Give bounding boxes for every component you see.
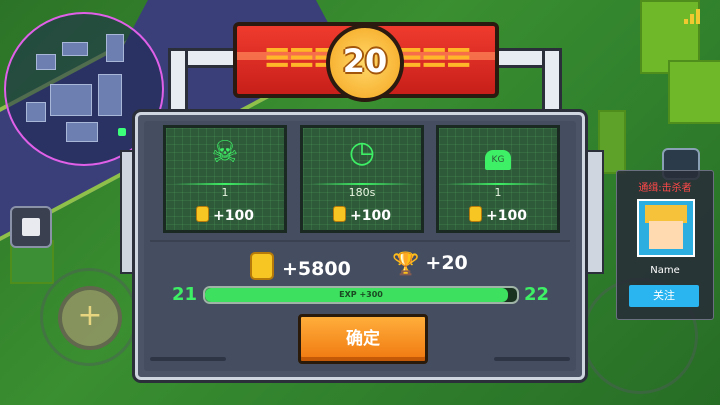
player-name: Name [650,265,680,276]
stopwatch-icon: ◷ [348,135,376,170]
weight-value: 1 [494,186,502,199]
minimap-building [106,34,124,62]
frame-pillar [586,150,604,274]
current-level: 21 [172,284,198,305]
exp-progress-bar: EXP +300 [203,286,519,304]
minimap-building [36,54,56,70]
total-coins: +5800 [250,252,351,280]
confirm-button[interactable]: 确定 [298,314,428,364]
minimap-building [26,102,46,122]
coin-icon [333,206,347,222]
weight-stat-card: KG 1 +100 [436,125,560,233]
coin-icon [196,206,210,222]
follow-button[interactable]: 关注 [629,285,699,307]
movement-joystick[interactable]: + [58,286,122,350]
skull-crossbones-icon: ☠ [211,135,239,170]
time-stat-card: ◷ 180s +100 [300,125,424,233]
kills-coin-reward: +100 [166,206,284,224]
inventory-button[interactable] [10,206,52,248]
bounty-card: 通缉:击杀者 Name 关注 [616,170,714,320]
coin-icon [250,252,274,280]
player-avatar[interactable] [637,199,695,257]
decor-line [150,357,226,361]
time-coin-reward: +100 [303,206,421,224]
minimap-player-marker [118,128,126,136]
bounty-title: 通缉:击杀者 [638,183,692,194]
kills-stat-card: ☠ 1 +100 [163,125,287,233]
minimap-building [66,122,98,142]
next-level: 22 [524,284,550,305]
minimap-building [62,42,88,56]
right-wing-icon: ≡≡≡ [395,37,473,77]
kg-weight-icon: KG [439,136,557,170]
new-level-badge: 20 [326,24,404,102]
decor-line [494,357,570,361]
total-trophies: 🏆 +20 [392,252,468,277]
coin-icon [469,206,483,222]
voxel-tree [668,60,720,124]
weight-coin-reward: +100 [439,206,557,224]
kills-value: 1 [221,186,229,199]
exp-label: EXP +300 [339,290,383,299]
minimap-building [98,74,122,116]
signal-strength-icon [684,8,704,24]
trophy-icon: 🏆 [392,252,420,277]
cube-icon [22,218,40,236]
divider [150,240,570,242]
time-value: 180s [348,186,376,199]
minimap-building [50,84,92,116]
